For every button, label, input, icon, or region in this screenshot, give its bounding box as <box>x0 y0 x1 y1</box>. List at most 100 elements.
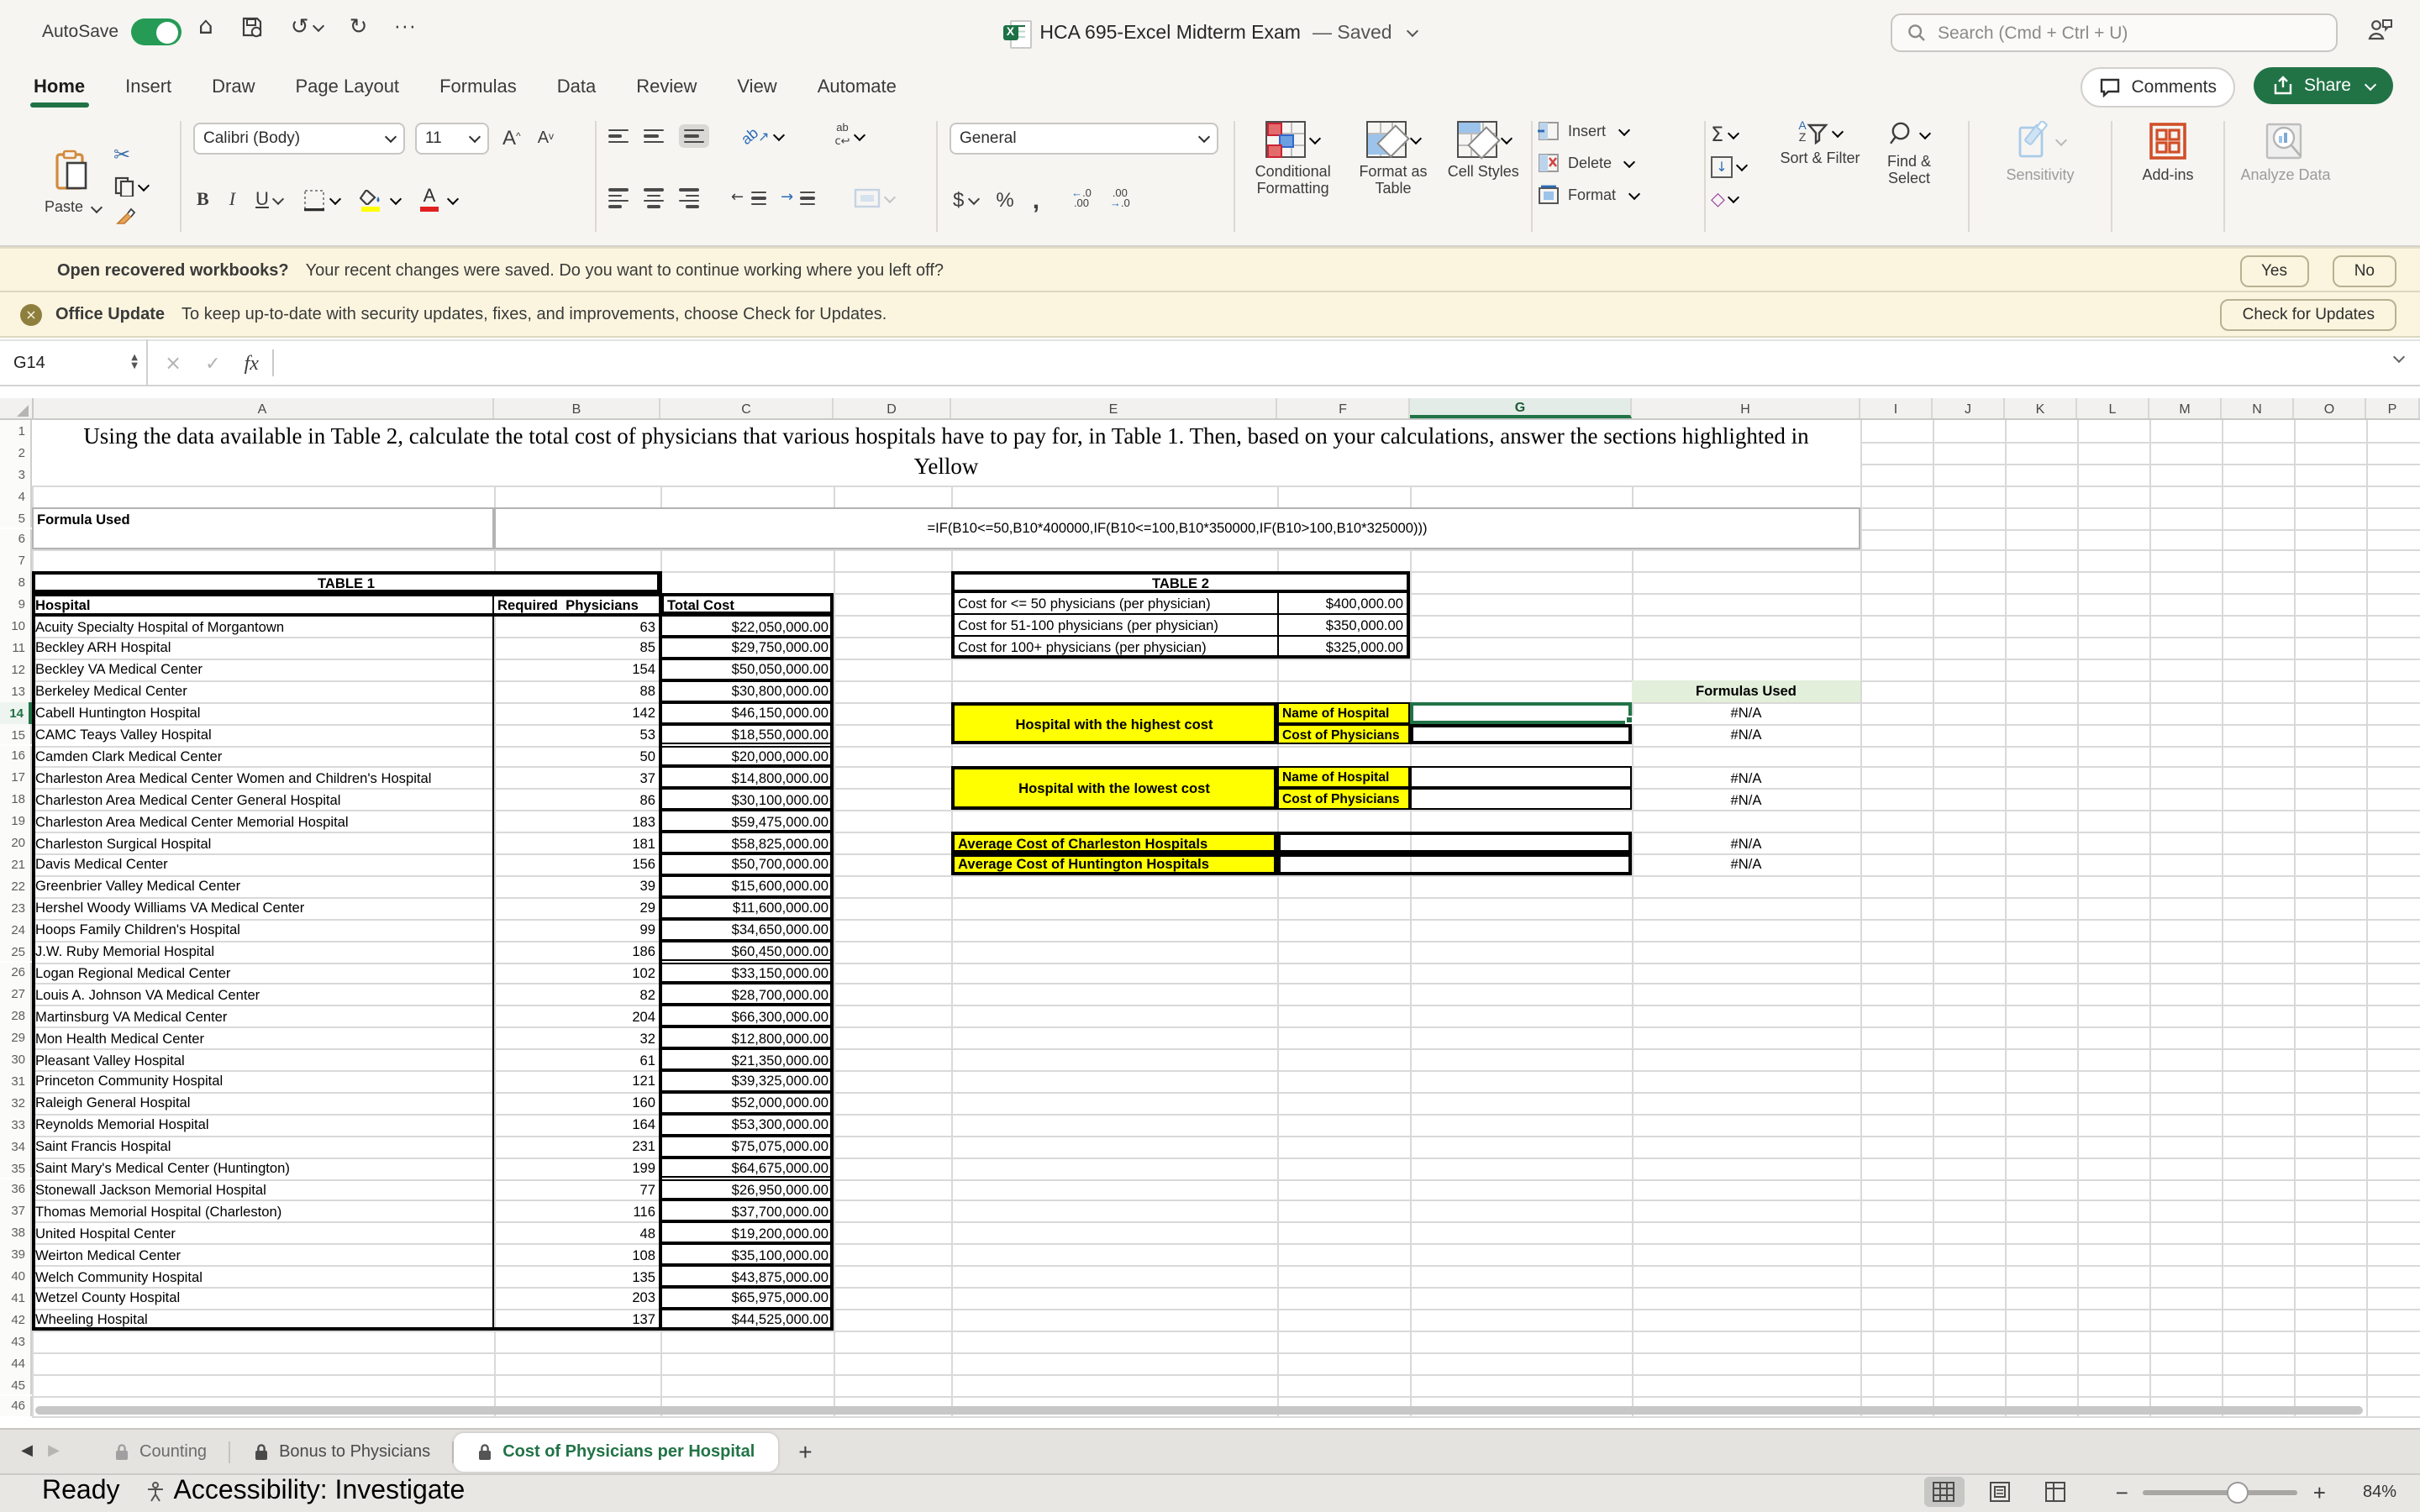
table1-physicians-cell[interactable]: 29 <box>494 897 660 919</box>
name-box-spinner[interactable]: ▲▼ <box>131 354 138 371</box>
table1-hospital-cell[interactable]: Charleston Surgical Hospital <box>32 832 494 853</box>
table1-cost-cell[interactable]: $30,100,000.00 <box>660 789 834 811</box>
currency-format-button[interactable]: $ <box>953 185 977 215</box>
row-header-2[interactable]: 2 <box>0 442 32 464</box>
row-header-8[interactable]: 8 <box>0 572 32 594</box>
share-button[interactable]: Share <box>2254 67 2393 104</box>
table1-cost-cell[interactable]: $60,450,000.00 <box>660 940 834 962</box>
row-header-43[interactable]: 43 <box>0 1331 32 1352</box>
check-for-updates-button[interactable]: Check for Updates <box>2221 298 2396 330</box>
column-header-N[interactable]: N <box>2222 398 2294 418</box>
table1-cost-cell[interactable]: $12,800,000.00 <box>660 1026 834 1048</box>
table1-cost-cell[interactable]: $20,000,000.00 <box>660 745 834 767</box>
row-header-12[interactable]: 12 <box>0 659 32 680</box>
table1-hospital-cell[interactable]: Charleston Area Medical Center General H… <box>32 789 494 811</box>
comma-format-button[interactable]: , <box>1033 185 1039 215</box>
table1-hospital-cell[interactable]: Stonewall Jackson Memorial Hospital <box>32 1179 494 1200</box>
autosum-button[interactable]: Σ <box>1711 123 1775 146</box>
align-center-icon[interactable] <box>644 188 664 207</box>
table1-hospital-cell[interactable]: Acuity Specialty Hospital of Morgantown <box>32 615 494 637</box>
table2-value-cell[interactable]: $350,000.00 <box>1277 615 1410 637</box>
row-header-28[interactable]: 28 <box>0 1005 32 1027</box>
table1-cost-cell[interactable]: $34,650,000.00 <box>660 918 834 940</box>
row-header-22[interactable]: 22 <box>0 875 32 897</box>
table1-physicians-cell[interactable]: 108 <box>494 1243 660 1265</box>
table1-physicians-cell[interactable]: 204 <box>494 1005 660 1027</box>
dismiss-icon[interactable]: × <box>20 303 42 325</box>
sheet-grid[interactable]: 1234567891011121314151617181920212223242… <box>0 420 2420 1418</box>
selected-cell-G14[interactable] <box>1410 701 1632 723</box>
confirm-entry-icon[interactable]: ✓ <box>205 352 220 374</box>
row-header-23[interactable]: 23 <box>0 897 32 919</box>
decrease-indent-icon[interactable]: ← <box>731 190 765 207</box>
table1-physicians-cell[interactable]: 164 <box>494 1114 660 1136</box>
table1-hospital-cell[interactable]: Beckley VA Medical Center <box>32 659 494 680</box>
table1-physicians-cell[interactable]: 203 <box>494 1287 660 1309</box>
table1-cost-cell[interactable]: $14,800,000.00 <box>660 767 834 789</box>
prev-sheet-icon[interactable]: ◀ <box>13 1443 40 1460</box>
column-header-E[interactable]: E <box>951 398 1277 418</box>
table1-physicians-cell[interactable]: 63 <box>494 615 660 637</box>
table1-physicians-cell[interactable]: 154 <box>494 659 660 680</box>
cell-styles-button[interactable]: Cell Styles <box>1444 108 1522 181</box>
row-header-34[interactable]: 34 <box>0 1135 32 1157</box>
table1-physicians-cell[interactable]: 135 <box>494 1265 660 1287</box>
row-header-33[interactable]: 33 <box>0 1114 32 1136</box>
format-cells-button[interactable]: Format <box>1538 185 1699 205</box>
row-header-3[interactable]: 3 <box>0 464 32 486</box>
table1-cost-cell[interactable]: $65,975,000.00 <box>660 1287 834 1309</box>
ribbon-tab-automate[interactable]: Automate <box>797 66 917 108</box>
table1-physicians-cell[interactable]: 32 <box>494 1026 660 1048</box>
table1-cost-cell[interactable]: $75,075,000.00 <box>660 1135 834 1157</box>
table1-hospital-cell[interactable]: United Hospital Center <box>32 1222 494 1244</box>
table1-physicians-cell[interactable]: 88 <box>494 680 660 702</box>
select-all-corner[interactable] <box>0 398 34 418</box>
decrease-decimal-button[interactable]: ←.0.00 <box>1071 189 1092 211</box>
average-value-cell-0[interactable] <box>1277 832 1632 853</box>
format-painter-icon[interactable] <box>113 207 147 227</box>
table1-physicians-cell[interactable]: 61 <box>494 1048 660 1070</box>
merge-center-button[interactable] <box>854 188 894 208</box>
ribbon-tab-home[interactable]: Home <box>13 66 105 108</box>
table1-cost-cell[interactable]: $33,150,000.00 <box>660 962 834 984</box>
column-header-G[interactable]: G <box>1410 398 1632 418</box>
normal-view-button[interactable] <box>1924 1477 1965 1507</box>
table1-hospital-cell[interactable]: Princeton Community Hospital <box>32 1070 494 1092</box>
table1-hospital-cell[interactable]: CAMC Teays Valley Hospital <box>32 723 494 745</box>
table1-hospital-cell[interactable]: J.W. Ruby Memorial Hospital <box>32 940 494 962</box>
table1-physicians-cell[interactable]: 121 <box>494 1070 660 1092</box>
column-header-A[interactable]: A <box>32 398 494 418</box>
lowest-name-result[interactable]: #N/A <box>1632 767 1860 789</box>
table1-cost-cell[interactable]: $29,750,000.00 <box>660 637 834 659</box>
highest-cost-value-cell[interactable] <box>1410 723 1632 745</box>
font-color-button[interactable]: A <box>420 188 439 212</box>
conditional-formatting-button[interactable]: Conditional Formatting <box>1244 108 1342 197</box>
paste-dropdown-icon[interactable] <box>90 201 102 213</box>
increase-decimal-button[interactable]: .00→.0 <box>1110 189 1130 211</box>
row-header-13[interactable]: 13 <box>0 680 32 702</box>
column-header-B[interactable]: B <box>494 398 660 418</box>
ribbon-tab-page-layout[interactable]: Page Layout <box>276 66 420 108</box>
page-break-view-button[interactable] <box>2035 1477 2075 1507</box>
table1-hospital-cell[interactable]: Charleston Area Medical Center Women and… <box>32 767 494 789</box>
clear-button[interactable]: ◇ <box>1711 188 1775 210</box>
document-title[interactable]: HCA 695-Excel Midterm Exam <box>1039 23 1301 43</box>
number-format-select[interactable]: General <box>950 123 1218 155</box>
table1-physicians-cell[interactable]: 85 <box>494 637 660 659</box>
table1-physicians-cell[interactable]: 160 <box>494 1092 660 1114</box>
table1-physicians-cell[interactable]: 156 <box>494 853 660 875</box>
table1-hospital-cell[interactable]: Hershel Woody Williams VA Medical Center <box>32 897 494 919</box>
highest-name-result[interactable]: #N/A <box>1632 701 1860 723</box>
orientation-button[interactable]: ab↗ <box>741 128 782 144</box>
next-sheet-icon[interactable]: ▶ <box>40 1443 67 1460</box>
table1-physicians-cell[interactable]: 99 <box>494 918 660 940</box>
row-header-21[interactable]: 21 <box>0 853 32 875</box>
table1-hospital-cell[interactable]: Saint Mary's Medical Center (Huntington) <box>32 1157 494 1179</box>
row-header-31[interactable]: 31 <box>0 1070 32 1092</box>
table1-physicians-cell[interactable]: 48 <box>494 1222 660 1244</box>
row-header-24[interactable]: 24 <box>0 918 32 940</box>
table1-cost-cell[interactable]: $28,700,000.00 <box>660 984 834 1005</box>
ribbon-tab-data[interactable]: Data <box>537 66 617 108</box>
table1-physicians-cell[interactable]: 102 <box>494 962 660 984</box>
row-header-4[interactable]: 4 <box>0 485 32 507</box>
